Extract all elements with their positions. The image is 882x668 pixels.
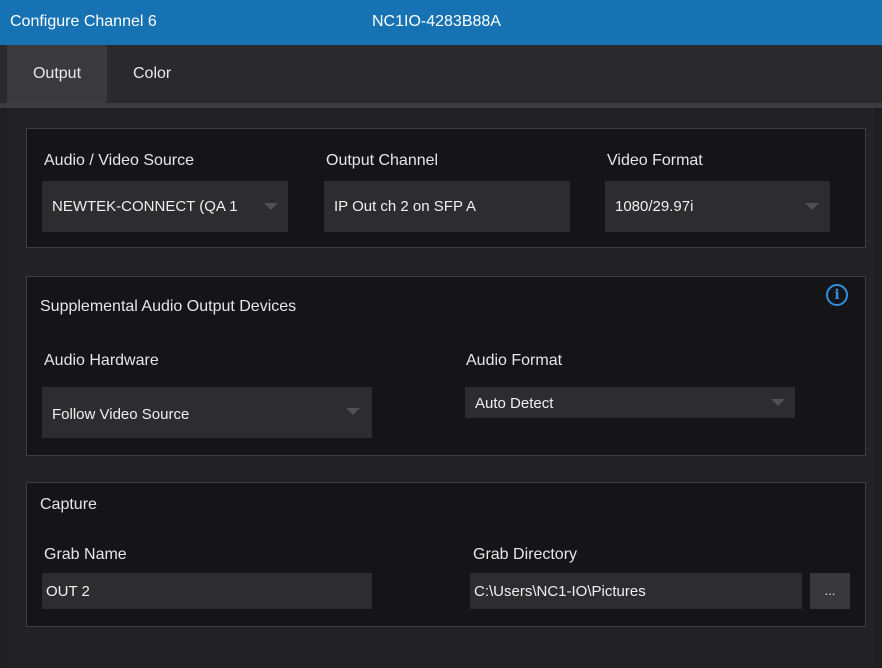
- title-bar: Configure Channel 6 NC1IO-4283B88A: [0, 0, 882, 45]
- device-name: NC1IO-4283B88A: [372, 13, 501, 30]
- audio-format-value: Auto Detect: [475, 395, 554, 412]
- grab-directory-input[interactable]: C:\Users\NC1-IO\Pictures: [470, 573, 802, 609]
- audio-format-label: Audio Format: [466, 352, 563, 369]
- grab-name-value: OUT 2: [46, 583, 90, 600]
- tab-bar: Output Color: [0, 45, 882, 108]
- tab-output[interactable]: Output: [7, 45, 107, 103]
- video-format-value: 1080/29.97i: [615, 198, 694, 215]
- grab-name-label: Grab Name: [44, 546, 127, 563]
- browse-button[interactable]: ...: [810, 573, 850, 609]
- audio-format-select[interactable]: Auto Detect: [465, 387, 795, 418]
- chevron-down-icon: [771, 399, 785, 406]
- av-source-value: NEWTEK-CONNECT (QA 1: [52, 198, 238, 215]
- audio-hardware-value: Follow Video Source: [52, 406, 190, 423]
- video-format-select[interactable]: 1080/29.97i: [605, 181, 830, 232]
- chevron-down-icon: [264, 203, 278, 210]
- audio-hardware-select[interactable]: Follow Video Source: [42, 387, 372, 438]
- output-channel-value: IP Out ch 2 on SFP A: [334, 198, 477, 215]
- supplemental-audio-heading: Supplemental Audio Output Devices: [40, 298, 297, 315]
- output-channel-label: Output Channel: [326, 152, 439, 169]
- video-format-label: Video Format: [607, 152, 703, 169]
- chevron-down-icon: [805, 203, 819, 210]
- audio-hardware-label: Audio Hardware: [44, 352, 159, 369]
- info-icon[interactable]: i: [826, 284, 848, 306]
- grab-directory-label: Grab Directory: [473, 546, 578, 563]
- output-channel-field[interactable]: IP Out ch 2 on SFP A: [324, 181, 570, 232]
- capture-heading: Capture: [40, 496, 97, 513]
- av-source-label: Audio / Video Source: [44, 152, 195, 169]
- window-title: Configure Channel 6: [10, 13, 157, 30]
- grab-name-input[interactable]: OUT 2: [42, 573, 372, 609]
- tab-color[interactable]: Color: [133, 45, 171, 103]
- chevron-down-icon: [346, 408, 360, 415]
- grab-directory-value: C:\Users\NC1-IO\Pictures: [474, 583, 646, 600]
- av-source-select[interactable]: NEWTEK-CONNECT (QA 1: [42, 181, 288, 232]
